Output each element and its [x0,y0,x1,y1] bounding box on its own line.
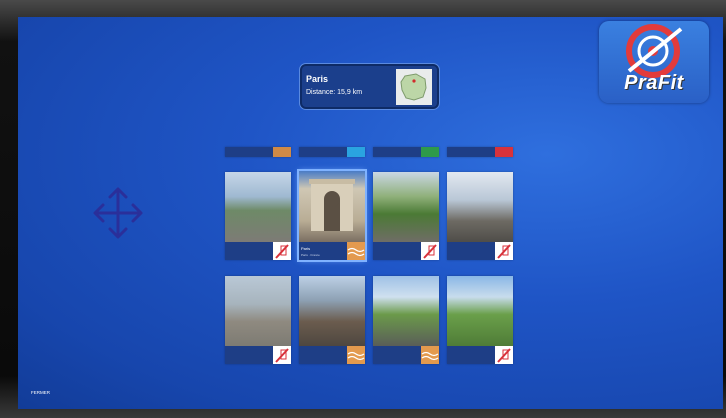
road-sign-icon [421,242,439,260]
waves-icon [347,242,365,260]
move-arrows-icon[interactable] [92,182,144,244]
route-tile-2[interactable] [299,147,365,157]
route-info-card: Paris Distance: 15,9 km [300,64,439,109]
road-sign-icon [273,346,291,364]
tile-name: Paris [301,246,311,251]
route-tile-11[interactable] [373,276,439,364]
route-photo [225,172,291,242]
close-button[interactable]: FERMER [31,390,50,395]
tile-region: Paris · France [301,253,320,257]
route-title: Paris [306,74,329,84]
waves-icon [421,346,439,364]
route-photo [447,276,513,346]
route-tile-12[interactable] [447,276,513,364]
route-tile-5[interactable] [225,172,291,260]
route-photo [299,276,365,346]
route-photo [373,276,439,346]
arc-de-triomphe-icon [309,179,355,231]
app-screen: PraFit Paris Distance: 15,9 km Paris Par… [18,17,723,409]
route-distance: Distance: 15,9 km [306,89,363,96]
route-tile-paris[interactable]: Paris Paris · France [299,171,365,260]
route-tile-10[interactable] [299,276,365,364]
route-tile-7[interactable] [373,172,439,260]
road-sign-icon [273,242,291,260]
road-sign-icon [495,346,513,364]
route-tile-4[interactable] [447,147,513,157]
route-photo [373,172,439,242]
route-tile-3[interactable] [373,147,439,157]
badge-icon [273,147,291,157]
route-photo [225,276,291,346]
france-map-icon [396,69,432,105]
badge-icon [347,147,365,157]
prafit-logo: PraFit [599,21,709,103]
route-photo [447,172,513,242]
road-sign-icon [495,242,513,260]
route-tile-8[interactable] [447,172,513,260]
route-tile-1[interactable] [225,147,291,157]
badge-icon [421,147,439,157]
badge-icon [495,147,513,157]
waves-icon [347,346,365,364]
logo-text: PraFit [624,72,684,94]
route-tile-9[interactable] [225,276,291,364]
route-photo [299,171,365,242]
